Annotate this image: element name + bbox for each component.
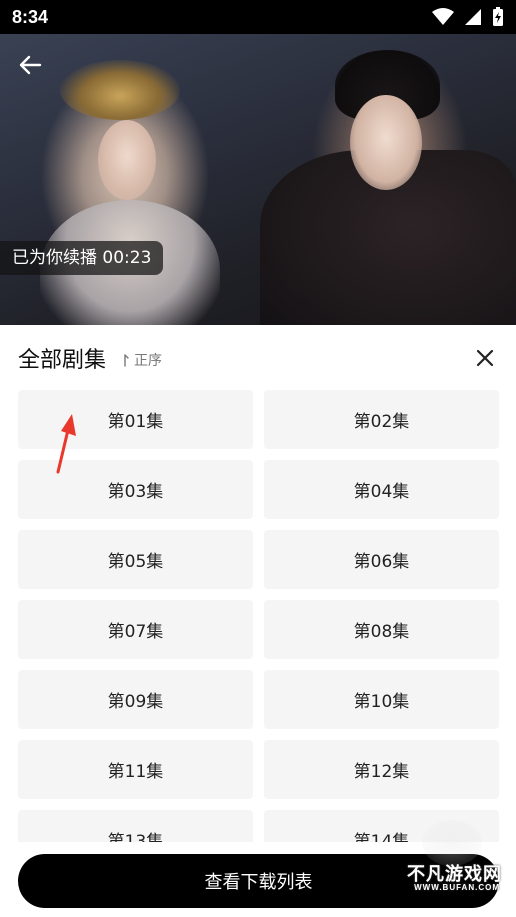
episode-grid: 第01集 第02集 第03集 第04集 第05集 第06集 第07集 第08集 … xyxy=(18,390,499,842)
sort-order-label: 正序 xyxy=(134,352,163,369)
episode-button[interactable]: 第11集 xyxy=(18,740,253,799)
episode-button[interactable]: 第06集 xyxy=(264,530,499,589)
close-icon xyxy=(476,349,494,367)
panel-header: 全部剧集 正序 xyxy=(18,343,162,373)
episode-button[interactable]: 第10集 xyxy=(264,670,499,729)
video-frame-detail xyxy=(60,60,180,120)
panel-title: 全部剧集 xyxy=(18,348,107,373)
resume-playback-badge: 已为你续播 00:23 xyxy=(0,241,164,275)
sort-order-toggle[interactable]: 正序 xyxy=(122,347,162,370)
video-player[interactable] xyxy=(0,0,516,325)
episode-button[interactable]: 第08集 xyxy=(264,600,499,659)
episode-button[interactable]: 第07集 xyxy=(18,600,253,659)
sort-arrow-icon xyxy=(124,353,129,367)
video-frame-detail xyxy=(350,95,422,190)
status-icons xyxy=(432,7,504,27)
close-button[interactable] xyxy=(472,345,498,371)
episode-button[interactable]: 第02集 xyxy=(264,390,499,449)
watermark-logo: 不凡游戏网 WWW.BUFAN.COM xyxy=(392,820,502,900)
status-time: 8:34 xyxy=(12,6,49,27)
signal-icon xyxy=(465,9,481,25)
episode-button[interactable]: 第05集 xyxy=(18,530,253,589)
annotation-arrow-icon xyxy=(56,414,76,474)
episode-button[interactable]: 第13集 xyxy=(18,810,253,842)
episode-button[interactable]: 第12集 xyxy=(264,740,499,799)
video-frame-detail xyxy=(98,120,156,200)
status-bar: 8:34 xyxy=(0,0,516,34)
back-button[interactable] xyxy=(14,50,46,80)
arrow-left-icon xyxy=(19,55,42,75)
episode-button[interactable]: 第09集 xyxy=(18,670,253,729)
battery-icon xyxy=(493,7,503,26)
wifi-icon xyxy=(432,8,454,25)
episode-button[interactable]: 第04集 xyxy=(264,460,499,519)
watermark-url: WWW.BUFAN.COM xyxy=(414,883,500,892)
